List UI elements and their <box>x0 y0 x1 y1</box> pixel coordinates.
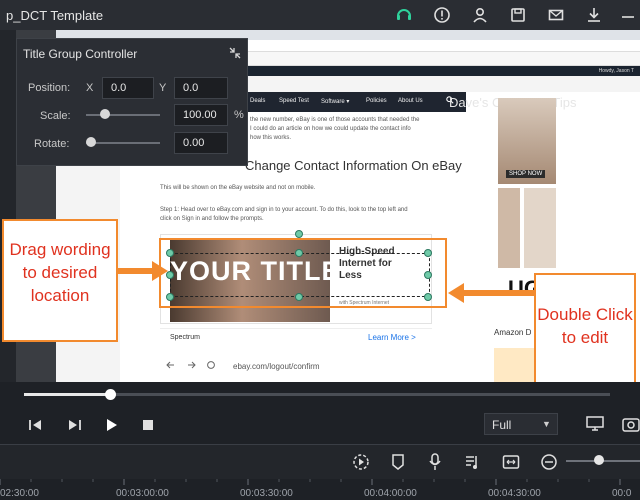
nav-speed-test: Speed Test <box>279 98 309 104</box>
minimize-icon[interactable] <box>618 5 638 25</box>
quality-value: Full <box>492 418 512 432</box>
snapshot-icon[interactable] <box>622 416 640 432</box>
fit-timeline-icon[interactable] <box>502 453 520 471</box>
timecode-label: 00:04:30:00 <box>488 488 541 499</box>
download-icon[interactable] <box>584 5 604 25</box>
ad-sponsor: Spectrum <box>170 334 200 341</box>
stop-icon[interactable] <box>142 419 154 431</box>
highlight-frame <box>159 238 447 308</box>
save-icon[interactable] <box>508 5 528 25</box>
collapse-icon[interactable] <box>228 46 242 60</box>
timecode-label: 00:03:00:00 <box>116 488 169 499</box>
x-label: X <box>86 82 94 94</box>
shop-now-badge: SHOP NOW <box>506 170 546 178</box>
article-text: how this works. <box>250 135 292 141</box>
zoom-slider-thumb[interactable] <box>594 455 604 465</box>
ruler-ticks <box>0 479 621 485</box>
next-frame-icon[interactable] <box>66 418 82 432</box>
nav-deals: Deals <box>250 98 266 104</box>
scale-label: Scale: <box>40 110 71 122</box>
rotate-slider[interactable] <box>86 142 160 144</box>
scrub-progress <box>24 393 110 396</box>
scale-slider[interactable] <box>86 114 160 116</box>
timecode-label: 02:30:00 <box>0 488 39 499</box>
timecode-label: 00:0 <box>612 488 632 499</box>
panel-title: Title Group Controller <box>23 47 138 61</box>
article-text: click on Sign in and follow the prompts. <box>160 216 264 222</box>
annotation-drag-note: Drag wording to desired location <box>2 219 118 342</box>
nav-policies: Policies <box>366 98 387 104</box>
right-arrow-icon <box>118 261 168 281</box>
article-text: the new number, eBay is one of those acc… <box>250 117 420 123</box>
marker-icon[interactable] <box>390 453 406 471</box>
position-y-input[interactable]: 0.0 <box>174 77 228 99</box>
window-title: p_DCT Template <box>6 8 104 23</box>
nav-software: Software ▾ <box>321 99 350 105</box>
position-label: Position: <box>28 82 71 94</box>
audio-mixer-icon[interactable] <box>464 453 480 471</box>
amazon-label: Amazon D <box>494 328 532 337</box>
rotate-handle[interactable] <box>295 230 303 238</box>
microphone-icon[interactable] <box>428 453 442 471</box>
annotation-edit-note: Double Click to edit <box>534 273 636 397</box>
nav-arrows-icon <box>166 361 215 369</box>
render-preview-icon[interactable] <box>352 453 370 471</box>
scale-unit: % <box>234 109 244 121</box>
monitor-icon[interactable] <box>586 416 604 432</box>
rotate-label: Rotate: <box>34 138 70 150</box>
position-x-input[interactable]: 0.0 <box>102 77 154 99</box>
info-icon[interactable] <box>432 5 452 25</box>
editor-window: p_DCT Template Howdy, Jason T Deals Spee… <box>0 0 640 500</box>
y-label: Y <box>159 82 167 94</box>
article-text: This will be shown on the eBay website a… <box>160 185 316 191</box>
rotate-input[interactable]: 0.00 <box>174 132 228 154</box>
account-greeting: Howdy, Jason T <box>598 68 634 74</box>
timecode-label: 00:04:00:00 <box>364 488 417 499</box>
zoom-out-icon[interactable] <box>540 453 558 471</box>
nav-about: About Us <box>398 98 423 104</box>
chevron-down-icon: ▼ <box>542 419 551 429</box>
mail-icon[interactable] <box>546 5 566 25</box>
url-text: ebay.com/logout/confirm <box>233 362 320 371</box>
article-heading: Change Contact Information On eBay <box>245 158 462 173</box>
playhead-thumb[interactable] <box>105 389 116 400</box>
rotate-slider-thumb[interactable] <box>86 137 96 147</box>
timecode-label: 00:03:30:00 <box>240 488 293 499</box>
scale-slider-thumb[interactable] <box>100 109 110 119</box>
ad-learn-more: Learn More > <box>368 333 416 342</box>
ad-image <box>498 188 520 268</box>
ad-image <box>494 348 534 382</box>
article-text: Step 1: Head over to eBay.com and sign i… <box>160 207 408 213</box>
article-text: I could do an article on how we could up… <box>250 126 411 132</box>
headset-icon[interactable] <box>394 5 414 25</box>
prev-frame-icon[interactable] <box>28 418 44 432</box>
play-icon[interactable] <box>104 418 118 432</box>
ad-image <box>524 188 556 268</box>
scale-input[interactable]: 100.00 <box>174 104 228 126</box>
left-arrow-icon <box>448 283 536 303</box>
scrub-bar <box>0 382 640 410</box>
account-icon[interactable] <box>470 5 490 25</box>
